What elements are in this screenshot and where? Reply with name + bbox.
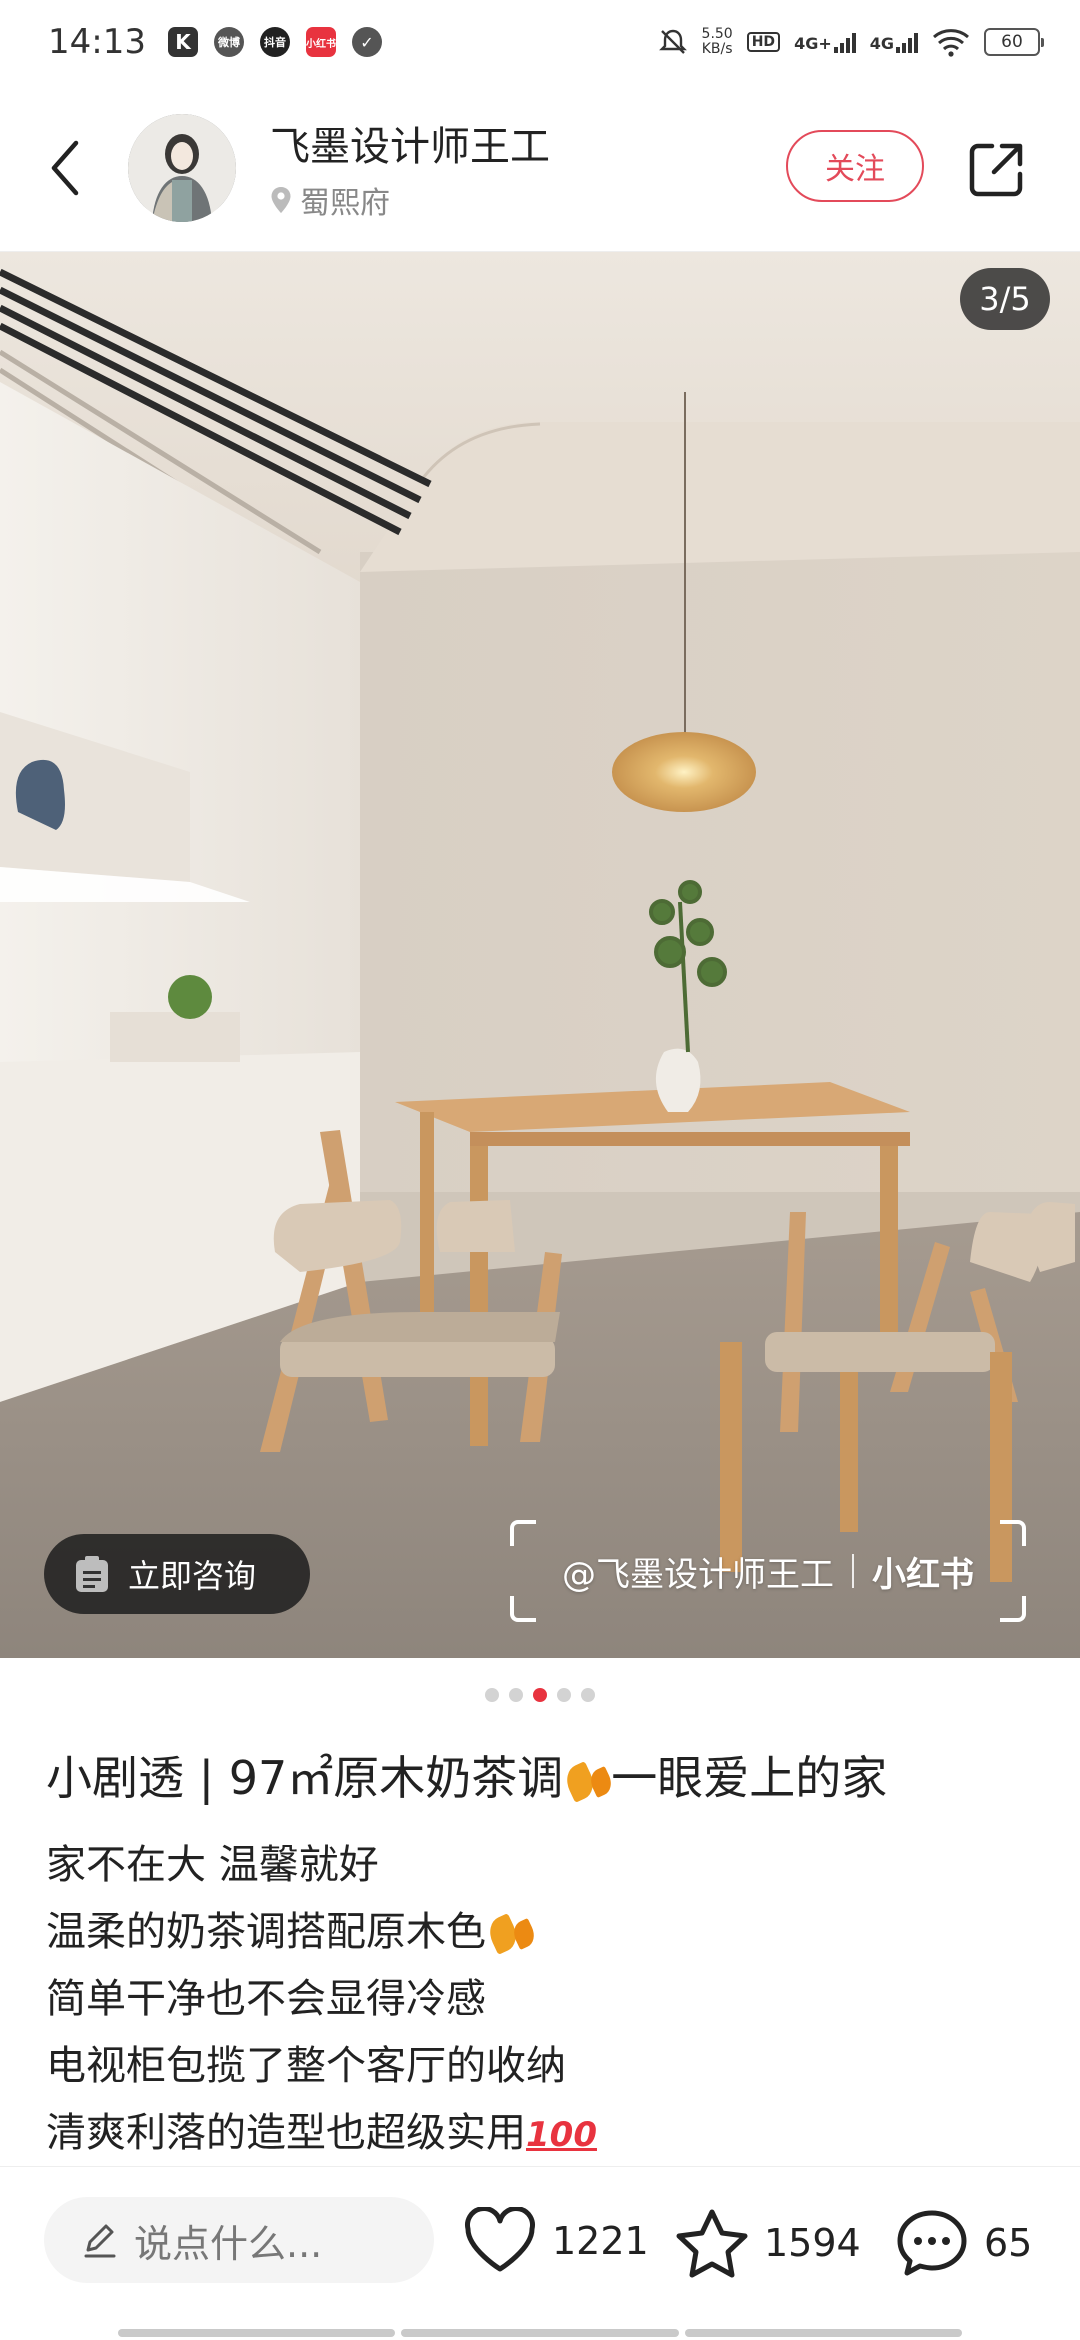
note-body: 家不在大 温馨就好 温柔的奶茶调搭配原木色 简单干净也不会显得冷感 电视柜包揽了… — [46, 1832, 1046, 2169]
note-title: 小剧透 | 97㎡原木奶茶调 一眼爱上的家 — [46, 1742, 887, 1808]
share-button[interactable] — [966, 140, 1026, 200]
carousel-dot — [509, 1688, 523, 1702]
xiaohongshu-app-icon: 小红书 — [305, 27, 336, 57]
favorite-count: 1594 — [764, 2221, 861, 2265]
douyin-app-icon: 抖音 — [259, 27, 290, 57]
status-bar: 14:13 K 微博 抖音 小红书 ✓ 5.50 KB/s HD 4G+ 4G … — [0, 0, 1080, 84]
heart-icon — [465, 2207, 535, 2272]
battery-icon: 60 — [984, 28, 1044, 56]
note-title-text: 小剧透 | 97㎡原木奶茶调 — [46, 1751, 564, 1805]
follow-button[interactable]: 关注 — [786, 130, 924, 202]
carousel-dot — [533, 1688, 547, 1702]
net-speed-unit: KB/s — [701, 41, 733, 57]
location-pin-icon — [271, 187, 291, 213]
dining-room-image — [0, 252, 1080, 1658]
carousel-dot — [485, 1688, 499, 1702]
weibo-app-icon: 微博 — [213, 27, 244, 57]
author-name[interactable]: 飞墨设计师王工 — [270, 114, 550, 172]
back-button[interactable] — [40, 136, 90, 200]
signal-sim2-icon: 4G — [870, 31, 918, 53]
comment-input[interactable]: 说点什么... — [44, 2197, 434, 2283]
sim2-label: 4G — [869, 34, 894, 53]
note-line: 电视柜包揽了整个客厅的收纳 — [46, 2043, 566, 2089]
mute-icon — [658, 29, 687, 54]
carousel-dot — [581, 1688, 595, 1702]
net-speed-value: 5.50 — [701, 26, 733, 42]
note-header: 飞墨设计师王工 蜀熙府 关注 — [0, 84, 1080, 252]
back-arrow-icon — [51, 140, 79, 196]
image-watermark: @飞墨设计师王工 小红书 — [510, 1520, 1026, 1622]
carousel-indicator — [0, 1688, 1080, 1702]
comment-placeholder: 说点什么... — [134, 2221, 323, 2266]
avatar-illustration — [128, 114, 236, 222]
consult-button[interactable]: 立即咨询 — [44, 1534, 310, 1614]
wifi-icon — [933, 29, 969, 57]
watermark-author: @飞墨设计师王工 — [562, 1554, 834, 1595]
hd-badge: HD — [746, 32, 781, 52]
note-line: 简单干净也不会显得冷感 — [46, 1976, 486, 2022]
note-line: 温柔的奶茶调搭配原木色 — [46, 1899, 1046, 1966]
status-time: 14:13 — [48, 22, 146, 62]
comment-button[interactable]: 65 — [894, 2207, 1032, 2279]
note-line: 家不在大 温馨就好 — [46, 1842, 379, 1888]
favorite-button[interactable]: 1594 — [674, 2207, 861, 2279]
star-icon — [676, 2209, 748, 2278]
signal-sim1-icon: 4G+ — [794, 31, 856, 53]
comment-count: 65 — [984, 2221, 1033, 2265]
location-label: 蜀熙府 — [300, 186, 390, 221]
check-app-icon: ✓ — [351, 27, 382, 57]
comment-bubble-icon — [897, 2210, 967, 2276]
clipboard-icon — [76, 1556, 108, 1592]
author-avatar[interactable] — [128, 114, 236, 222]
carousel-dot — [557, 1688, 571, 1702]
status-indicators: 5.50 KB/s HD 4G+ 4G 60 — [658, 27, 1044, 57]
like-count: 1221 — [552, 2219, 649, 2263]
sim1-label: 4G+ — [794, 34, 832, 53]
consult-label: 立即咨询 — [128, 1557, 257, 1595]
note-line-text: 清爽利落的造型也超级实用 — [46, 2110, 526, 2156]
share-icon — [969, 143, 1023, 197]
kwai-app-icon: K — [167, 27, 198, 57]
net-speed: 5.50 KB/s — [702, 27, 733, 57]
leaf-emoji-icon — [509, 1917, 539, 1951]
note-line: 清爽利落的造型也超级实用100 — [46, 2100, 1046, 2169]
note-photo[interactable] — [0, 252, 1080, 1658]
note-line-text: 温柔的奶茶调搭配原木色 — [46, 1909, 486, 1955]
status-app-icons: K 微博 抖音 小红书 ✓ — [167, 27, 382, 57]
pencil-icon — [84, 2224, 116, 2258]
like-button[interactable]: 1221 — [462, 2207, 649, 2275]
bottom-action-bar: 说点什么... 1221 1594 65 — [0, 2166, 1080, 2340]
note-title-suffix: 一眼爱上的家 — [611, 1751, 888, 1805]
hundred-emoji-icon: 100 — [526, 2115, 597, 2155]
gesture-nav-bar — [118, 2329, 962, 2337]
watermark-brand: 小红书 — [872, 1554, 974, 1595]
page-counter: 3/5 — [960, 268, 1050, 330]
location-tag[interactable]: 蜀熙府 — [270, 178, 390, 222]
